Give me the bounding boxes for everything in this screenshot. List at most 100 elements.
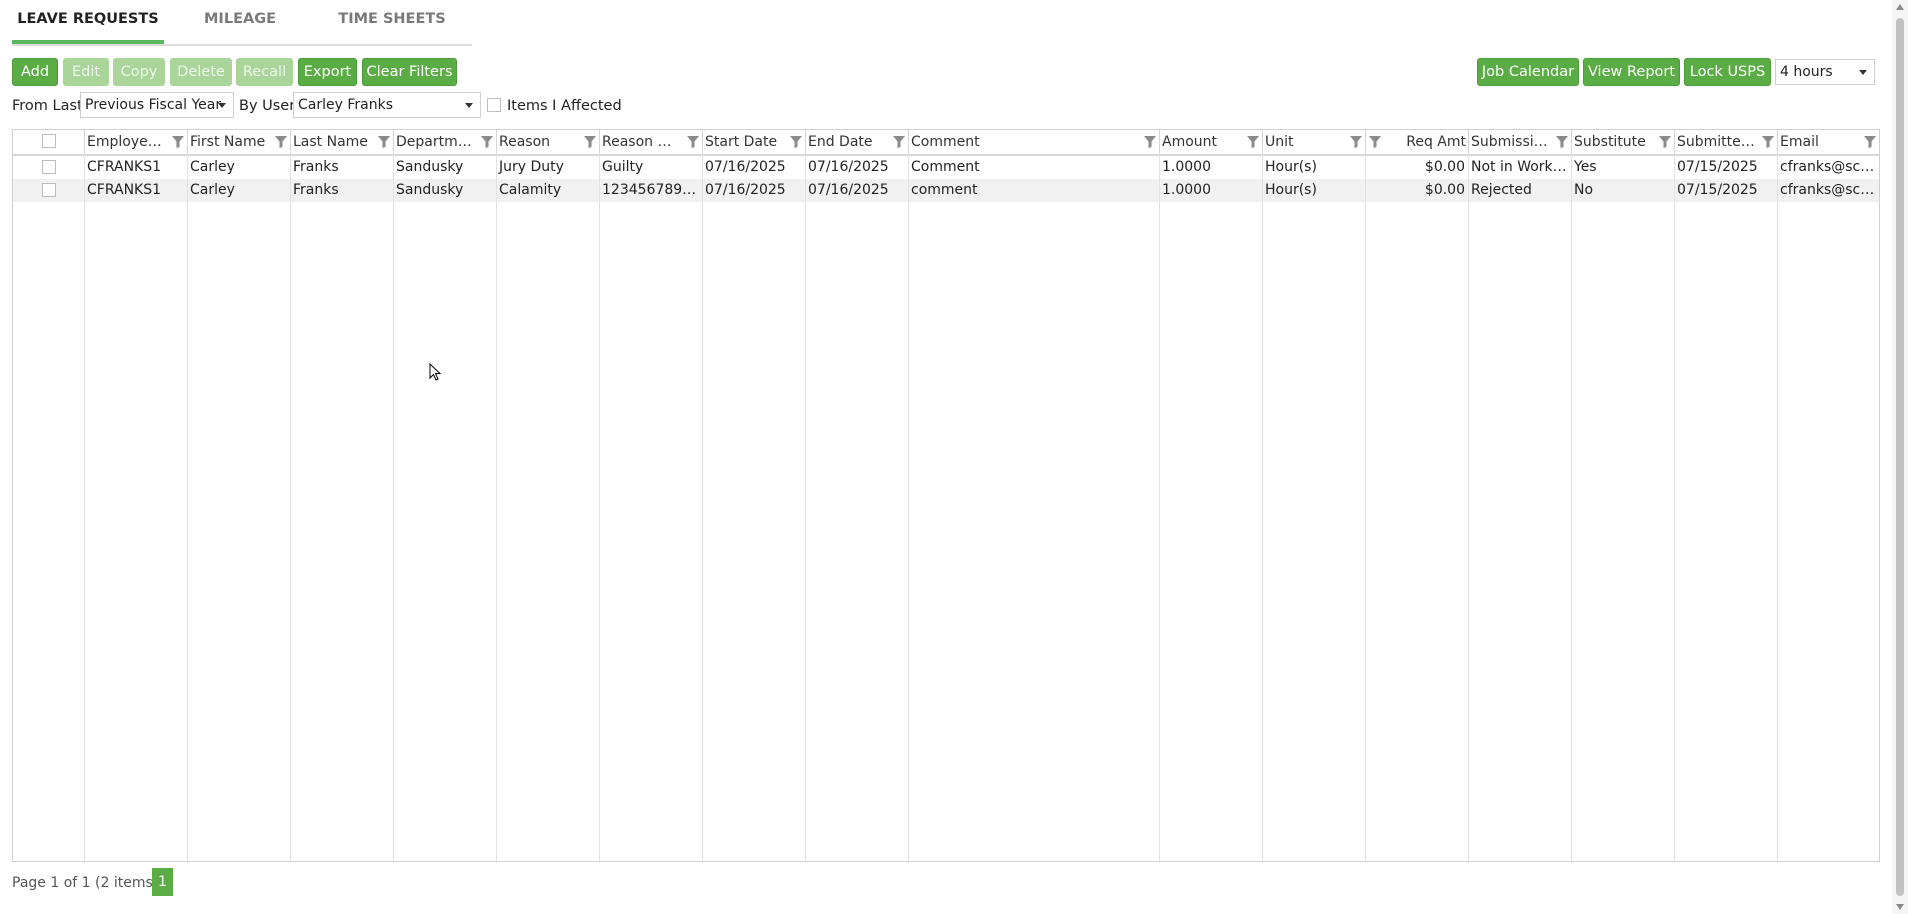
lock-usps-button[interactable]: Lock USPS: [1684, 58, 1771, 86]
column-header-label: Reason Det...: [602, 134, 680, 150]
leave-requests-grid: Employee ID First Name Last Name Department…: [12, 129, 1880, 862]
filter-icon[interactable]: [1246, 135, 1260, 149]
column-header-reason[interactable]: Reason: [496, 130, 599, 154]
cell-email: cfranks@scvie...: [1780, 182, 1879, 198]
scroll-thumb[interactable]: [1896, 18, 1904, 896]
cell-comment: comment: [911, 182, 978, 198]
filter-icon[interactable]: [892, 135, 906, 149]
add-button[interactable]: Add: [12, 58, 58, 86]
cell-comment: Comment: [911, 159, 980, 175]
filter-icon[interactable]: [789, 135, 803, 149]
filter-icon[interactable]: [171, 135, 185, 149]
column-header-start-date[interactable]: Start Date: [702, 130, 805, 154]
from-last-value: Previous Fiscal Year: [85, 97, 222, 113]
column-header-first-name[interactable]: First Name: [187, 130, 290, 154]
column-header-req-amt[interactable]: Req Amt: [1365, 130, 1468, 154]
filter-icon[interactable]: [480, 135, 494, 149]
column-divider: [187, 154, 188, 861]
cell-submission: Rejected: [1471, 182, 1532, 198]
chevron-down-icon: [465, 103, 473, 108]
filter-icon[interactable]: [686, 135, 700, 149]
tab-time-sheets[interactable]: TIME SHEETS: [316, 8, 468, 36]
row-checkbox[interactable]: [42, 183, 56, 197]
column-divider: [1159, 154, 1160, 861]
cell-unit: Hour(s): [1265, 159, 1317, 175]
row-checkbox[interactable]: [42, 160, 56, 174]
column-header-label: Start Date: [705, 134, 778, 150]
column-header-comment[interactable]: Comment: [908, 130, 1159, 154]
scroll-up-icon[interactable]: [1896, 4, 1904, 10]
column-header-end-date[interactable]: End Date: [805, 130, 908, 154]
table-row[interactable]: CFRANKS1 Carley Franks Sandusky Jury Duty Gui…: [13, 156, 1879, 179]
cell-reason-det: 12345678910...: [602, 182, 702, 198]
filter-icon[interactable]: [1658, 135, 1672, 149]
filter-icon[interactable]: [1555, 135, 1569, 149]
column-header-employee-id[interactable]: Employee ID: [84, 130, 187, 154]
filter-icon[interactable]: [377, 135, 391, 149]
cell-employee-id: CFRANKS1: [87, 159, 162, 175]
column-divider: [1365, 154, 1366, 861]
column-header-label: Submission...: [1471, 134, 1549, 150]
filter-icon[interactable]: [1143, 135, 1157, 149]
column-header-substitute[interactable]: Substitute: [1571, 130, 1674, 154]
hours-select[interactable]: 4 hours: [1775, 59, 1875, 85]
cell-department: Sandusky: [396, 182, 464, 198]
mouse-pointer-icon: [429, 363, 442, 381]
copy-button[interactable]: Copy: [113, 58, 165, 86]
column-header-department[interactable]: Department: [393, 130, 496, 154]
cell-last-name: Franks: [293, 182, 339, 198]
filter-icon[interactable]: [1368, 135, 1382, 149]
items-affected-checkbox[interactable]: [487, 98, 501, 112]
column-header-submitted[interactable]: Submitted ...: [1674, 130, 1777, 154]
cell-end-date: 07/16/2025: [808, 182, 889, 198]
column-header-submission[interactable]: Submission...: [1468, 130, 1571, 154]
column-header-label: End Date: [808, 134, 873, 150]
recall-button[interactable]: Recall: [236, 58, 293, 86]
cell-req-amt: $0.00: [1424, 159, 1465, 175]
cell-reason: Calamity: [499, 182, 562, 198]
cell-req-amt: $0.00: [1424, 182, 1465, 198]
filter-icon[interactable]: [583, 135, 597, 149]
column-divider: [1571, 154, 1572, 861]
delete-button[interactable]: Delete: [170, 58, 232, 86]
from-last-select[interactable]: Previous Fiscal Year: [80, 92, 234, 118]
select-all-checkbox[interactable]: [42, 134, 56, 148]
page-button-1[interactable]: 1: [152, 868, 173, 896]
view-report-button[interactable]: View Report: [1583, 58, 1680, 86]
column-header-reason-det[interactable]: Reason Det...: [599, 130, 702, 154]
tab-mileage[interactable]: MILEAGE: [164, 8, 316, 36]
column-header-label: Last Name: [293, 134, 368, 150]
edit-button[interactable]: Edit: [63, 58, 109, 86]
scroll-down-icon[interactable]: [1896, 904, 1904, 910]
column-header-unit[interactable]: Unit: [1262, 130, 1365, 154]
cell-reason-det: Guilty: [602, 159, 644, 175]
column-divider: [1777, 154, 1778, 861]
column-header-label: Req Amt: [1406, 134, 1466, 150]
filter-icon[interactable]: [1761, 135, 1775, 149]
filter-icon[interactable]: [1863, 135, 1877, 149]
cell-start-date: 07/16/2025: [705, 159, 786, 175]
export-button[interactable]: Export: [298, 58, 357, 86]
filter-icon[interactable]: [274, 135, 288, 149]
column-header-email[interactable]: Email: [1777, 130, 1879, 154]
column-header-label: Reason: [499, 134, 551, 150]
items-affected-label: Items I Affected: [507, 98, 622, 114]
column-header-last-name[interactable]: Last Name: [290, 130, 393, 154]
job-calendar-button[interactable]: Job Calendar: [1477, 58, 1579, 86]
column-header-label: First Name: [190, 134, 266, 150]
table-row[interactable]: CFRANKS1 Carley Franks Sandusky Calamity 1234…: [13, 179, 1879, 202]
cell-end-date: 07/16/2025: [808, 159, 889, 175]
column-header-label: Email: [1780, 134, 1819, 150]
page-scrollbar[interactable]: [1892, 0, 1908, 914]
column-header-amount[interactable]: Amount: [1159, 130, 1262, 154]
pager-summary: Page 1 of 1 (2 items): [12, 875, 159, 891]
filter-icon[interactable]: [1349, 135, 1363, 149]
by-user-value: Carley Franks: [298, 97, 393, 113]
tab-leave-requests[interactable]: LEAVE REQUESTS: [12, 8, 164, 36]
cell-first-name: Carley: [190, 182, 235, 198]
cell-submitted: 07/15/2025: [1677, 159, 1758, 175]
by-user-select[interactable]: Carley Franks: [293, 92, 481, 118]
cell-first-name: Carley: [190, 159, 235, 175]
clear-filters-button[interactable]: Clear Filters: [362, 58, 457, 86]
cell-amount: 1.0000: [1162, 159, 1211, 175]
